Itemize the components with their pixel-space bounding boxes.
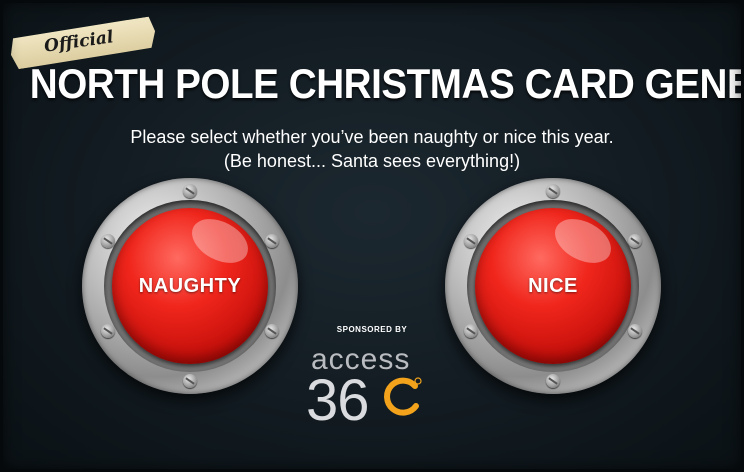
instruction-text: Please select whether you’ve been naught…: [130, 127, 614, 147]
screw-icon: [183, 184, 197, 198]
card-generator-screen: Official NORTH POLE CHRISTMAS CARD GENER…: [0, 0, 744, 472]
naughty-button-housing: NAUGHTY: [82, 178, 298, 394]
instruction-note: (Be honest... Santa sees everything!): [223, 151, 521, 171]
sponsor-logo-zero-icon: [384, 377, 422, 416]
nice-button-housing: NICE: [445, 178, 661, 394]
page-title: NORTH POLE CHRISTMAS CARD GENERATOR: [29, 60, 744, 107]
sponsor-logo-number: 36: [306, 368, 370, 433]
naughty-button[interactable]: NAUGHTY: [112, 208, 268, 364]
screw-icon: [265, 234, 279, 248]
naughty-button-label: NAUGHTY: [138, 274, 242, 297]
screw-icon: [546, 184, 560, 198]
screw-icon: [546, 374, 560, 388]
nice-button-label: NICE: [528, 274, 578, 297]
sponsored-by-label: SPONSORED BY: [336, 325, 408, 334]
nice-button[interactable]: NICE: [475, 208, 631, 364]
screw-icon: [183, 374, 197, 388]
screw-icon: [628, 234, 642, 248]
